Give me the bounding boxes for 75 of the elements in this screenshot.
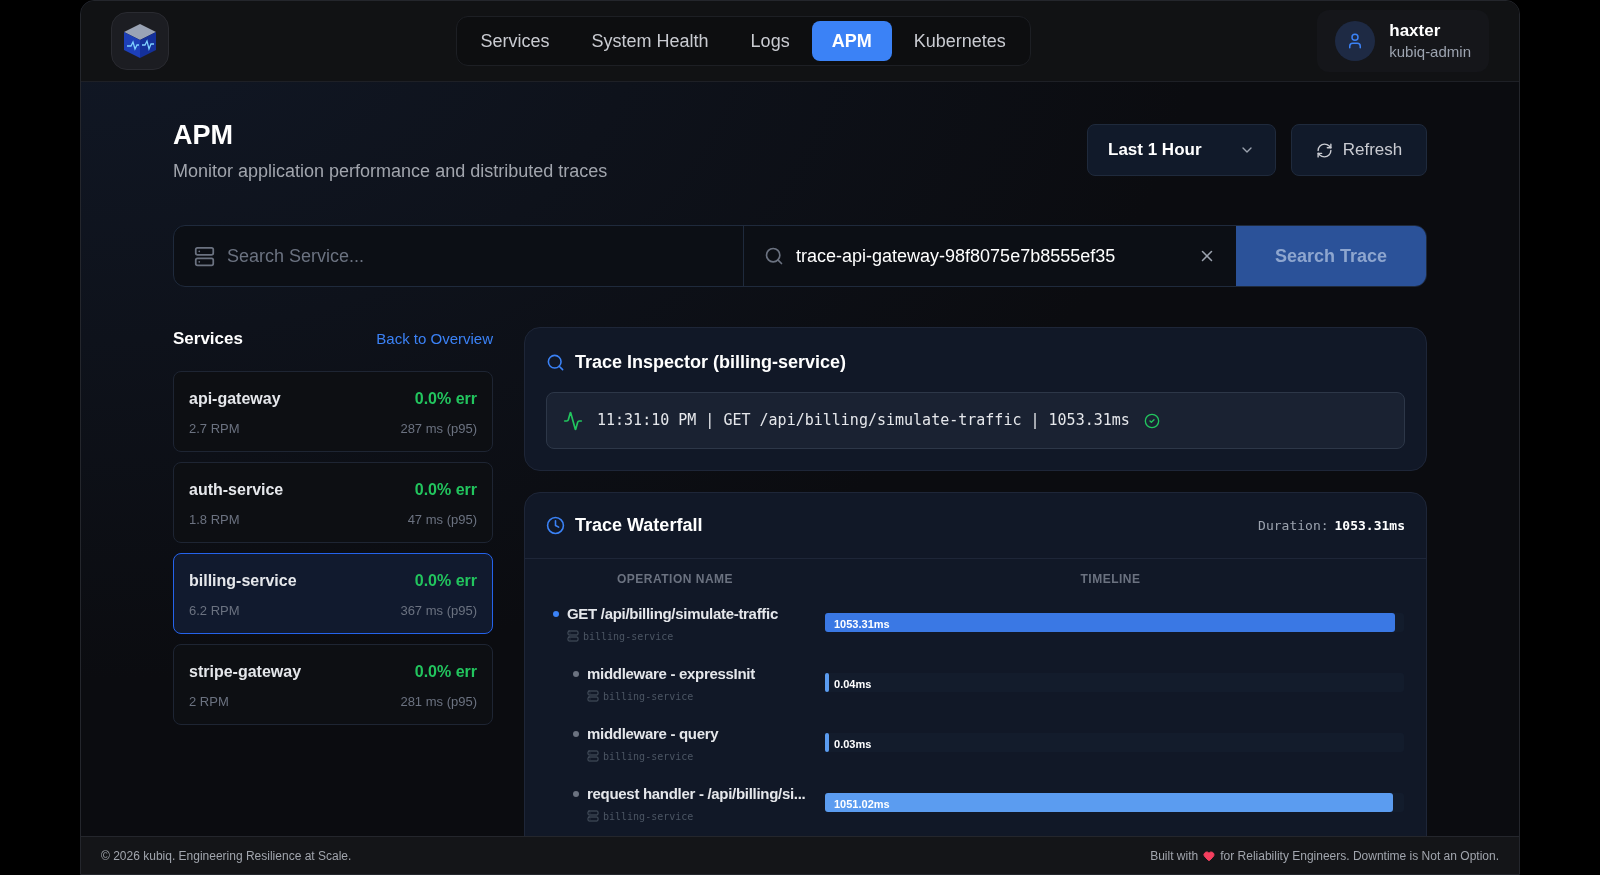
service-rpm: 6.2 RPM xyxy=(189,602,240,620)
page-subtitle: Monitor application performance and distributed traces xyxy=(173,160,608,183)
user-role: kubiq-admin xyxy=(1389,42,1471,62)
refresh-button[interactable]: Refresh xyxy=(1291,124,1427,176)
service-latency: 287 ms (p95) xyxy=(400,420,477,438)
span-name: GET /api/billing/simulate-traffic xyxy=(567,604,778,624)
duration-value: 1053.31ms xyxy=(1334,516,1405,535)
nav-tab[interactable]: System Health xyxy=(571,21,729,61)
span-name: request handler - /api/billing/si... xyxy=(587,784,806,804)
clock-icon xyxy=(546,516,565,535)
user-menu[interactable]: haxter kubiq-admin xyxy=(1317,10,1489,72)
heart-icon xyxy=(1203,849,1216,862)
search-icon xyxy=(546,353,565,372)
span-duration: 1053.31ms xyxy=(834,617,890,632)
trace-search-input[interactable]: trace-api-gateway-98f8075e7b8555ef35 xyxy=(796,242,1186,270)
span-name: middleware - expressInit xyxy=(587,664,755,684)
server-icon xyxy=(567,630,579,642)
service-rpm: 2.7 RPM xyxy=(189,420,240,438)
nav-tab[interactable]: Kubernetes xyxy=(893,21,1026,61)
error-rate: 0.0% err xyxy=(414,662,477,682)
server-icon xyxy=(587,690,599,702)
service-name: api-gateway xyxy=(189,389,281,409)
user-name: haxter xyxy=(1389,20,1442,42)
service-latency: 367 ms (p95) xyxy=(400,602,477,620)
span-service: billing-service xyxy=(603,689,694,704)
back-to-overview-link[interactable]: Back to Overview xyxy=(376,327,493,351)
nav-tab[interactable]: Logs xyxy=(730,21,810,61)
service-search-input[interactable]: Search Service... xyxy=(227,242,723,270)
error-rate: 0.0% err xyxy=(414,480,477,500)
service-name: stripe-gateway xyxy=(189,662,302,682)
duration-label: Duration: xyxy=(1258,516,1329,535)
trace-search-field[interactable]: trace-api-gateway-98f8075e7b8555ef35 xyxy=(744,226,1236,286)
server-icon xyxy=(587,750,599,762)
nav-tab[interactable]: Services xyxy=(460,21,570,61)
span-duration: 0.04ms xyxy=(834,677,872,692)
nav-tab[interactable]: APM xyxy=(811,21,892,61)
trace-entry[interactable]: 11:31:10 PM | GET /api/billing/simulate-traffic | 1053.31ms xyxy=(546,392,1405,449)
service-card[interactable]: auth-service 0.0% err 1.8 RPM 47 ms (p95) xyxy=(173,462,493,543)
span-service: billing-service xyxy=(603,749,694,764)
services-heading: Services xyxy=(173,328,243,351)
copyright-text: © 2026 kubiq. Engineering Resilience at Scale. xyxy=(101,847,352,865)
error-rate: 0.0% err xyxy=(414,571,477,591)
activity-icon xyxy=(563,410,583,431)
span-service: billing-service xyxy=(583,629,674,644)
error-rate: 0.0% err xyxy=(414,389,477,409)
panel-title: Trace Inspector (billing-service) xyxy=(575,351,847,374)
service-card[interactable]: stripe-gateway 0.0% err 2 RPM 281 ms (p95) xyxy=(173,644,493,725)
service-rpm: 1.8 RPM xyxy=(189,511,240,529)
trace-entry-text: 11:31:10 PM | GET /api/billing/simulate-traffic | 1053.31ms xyxy=(597,410,1130,432)
service-latency: 47 ms (p95) xyxy=(407,511,477,529)
service-latency: 281 ms (p95) xyxy=(400,693,477,711)
server-icon xyxy=(194,245,215,267)
service-search-field[interactable]: Search Service... xyxy=(174,226,744,286)
service-name: auth-service xyxy=(189,480,284,500)
service-card[interactable]: api-gateway 0.0% err 2.7 RPM 287 ms (p95) xyxy=(173,371,493,452)
service-rpm: 2 RPM xyxy=(189,693,229,711)
column-header: TIMELINE xyxy=(1079,571,1142,588)
service-card[interactable]: billing-service 0.0% err 6.2 RPM 367 ms (p95) xyxy=(173,553,493,634)
time-range-select[interactable]: Last 1 Hour xyxy=(1087,124,1276,176)
span-duration: 0.03ms xyxy=(834,737,872,752)
user-avatar-icon xyxy=(1335,21,1376,61)
cube-logo-icon xyxy=(111,12,169,70)
footer-text: for Reliability Engineers. Downtime is Not an Option. xyxy=(1220,847,1499,865)
server-icon xyxy=(587,810,599,822)
success-check-icon xyxy=(1143,412,1160,429)
search-icon xyxy=(764,246,784,266)
panel-title: Trace Waterfall xyxy=(575,514,703,537)
column-header: OPERATION NAME xyxy=(615,571,735,588)
service-name: billing-service xyxy=(189,571,297,591)
page-title: APM xyxy=(173,119,234,152)
span-name: middleware - query xyxy=(587,724,719,744)
span-service: billing-service xyxy=(603,809,694,824)
footer-text: Built with xyxy=(1150,847,1199,865)
span-duration: 1051.02ms xyxy=(834,797,890,812)
refresh-icon xyxy=(1315,141,1333,159)
